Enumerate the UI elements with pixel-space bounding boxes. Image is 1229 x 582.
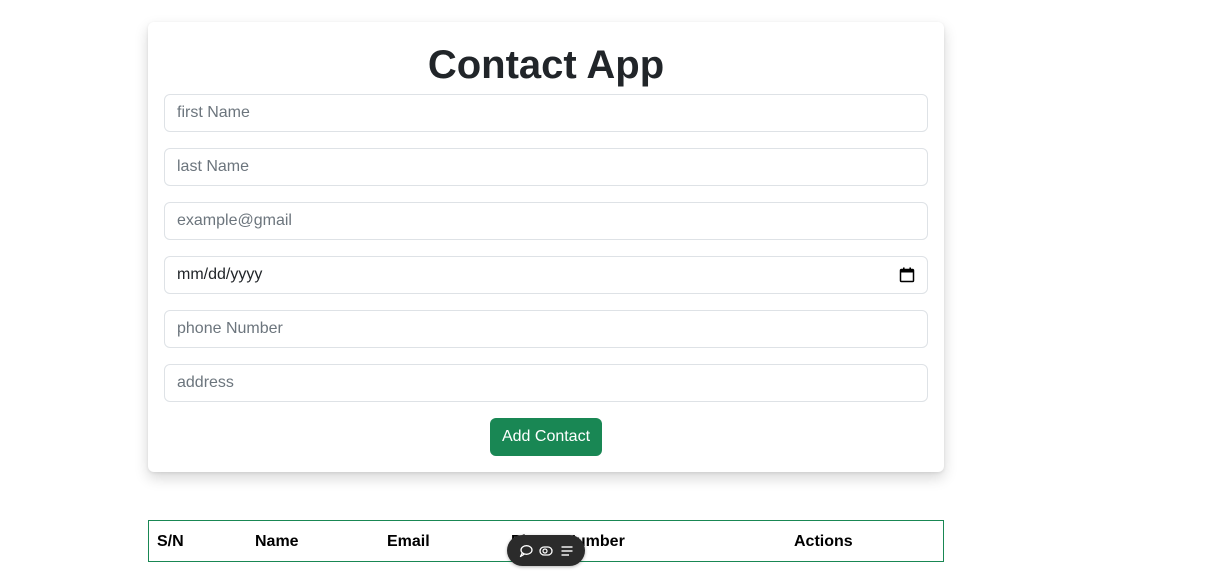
header-email: Email	[387, 533, 430, 550]
comment-icon[interactable]	[518, 543, 534, 559]
email-input[interactable]	[177, 212, 915, 230]
add-contact-button[interactable]: Add Contact	[489, 418, 603, 456]
menu-icon[interactable]	[559, 543, 575, 559]
phone-input[interactable]	[177, 320, 915, 338]
phone-field[interactable]	[164, 310, 928, 348]
date-field[interactable]: mm/dd/yyyy	[164, 256, 928, 294]
first-name-input[interactable]	[177, 104, 915, 122]
last-name-field[interactable]	[164, 148, 928, 186]
date-input[interactable]: mm/dd/yyyy	[177, 266, 899, 284]
page-title: Contact App	[427, 43, 665, 87]
submit-row: Add Contact	[164, 418, 928, 456]
address-field[interactable]	[164, 364, 928, 402]
last-name-input[interactable]	[177, 158, 915, 176]
header-sn: S/N	[157, 533, 184, 550]
address-input[interactable]	[177, 374, 915, 392]
first-name-field[interactable]	[164, 94, 928, 132]
eye-icon[interactable]	[538, 543, 554, 559]
contact-form-card: Contact App mm/dd/yyyy Add Contact	[148, 22, 944, 472]
header-name: Name	[255, 533, 299, 550]
email-field[interactable]	[164, 202, 928, 240]
floating-toolbar	[507, 535, 585, 566]
calendar-icon[interactable]	[899, 267, 915, 283]
header-actions: Actions	[794, 533, 853, 550]
